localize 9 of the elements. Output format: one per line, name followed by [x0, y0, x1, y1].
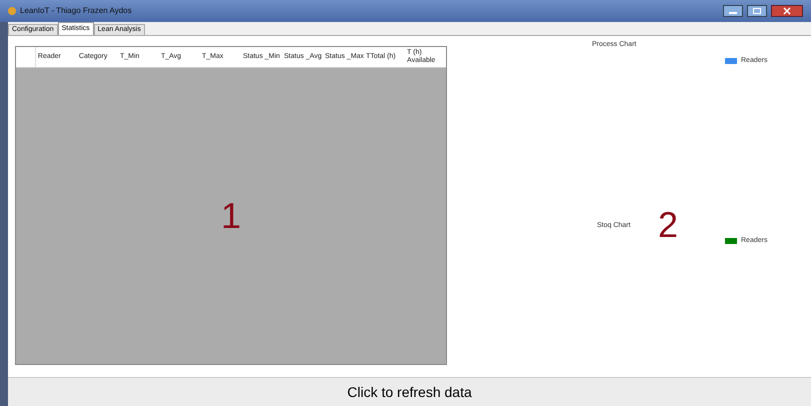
minimize-button[interactable] — [723, 5, 743, 17]
app-icon — [8, 7, 16, 15]
annotation-number: 1 — [220, 194, 242, 238]
annotation-number: 2 — [658, 203, 678, 247]
window-title: LeanIoT - Thiago Frazen Aydos — [20, 5, 132, 17]
close-button[interactable] — [771, 5, 803, 17]
close-icon — [783, 7, 791, 15]
maximize-button[interactable] — [747, 5, 767, 17]
refresh-button[interactable]: Click to refresh data — [8, 377, 811, 406]
